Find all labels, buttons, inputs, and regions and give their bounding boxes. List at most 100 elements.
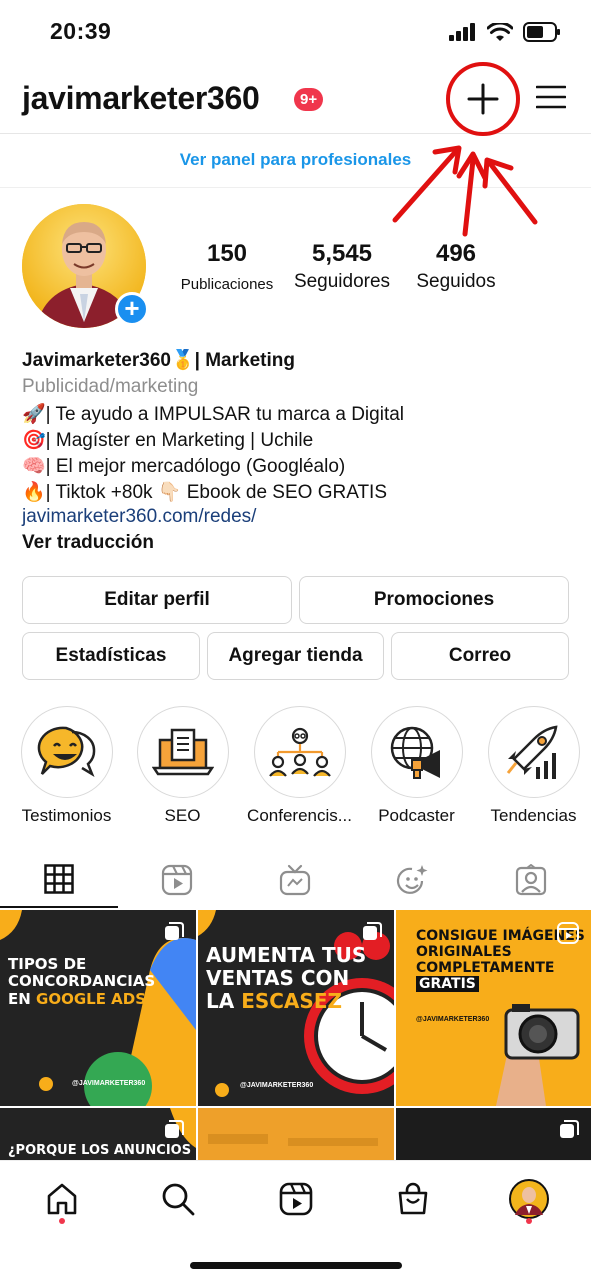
igtv-icon xyxy=(279,864,311,896)
nav-shop[interactable] xyxy=(393,1179,433,1219)
posts-count-label: Publicaciones xyxy=(180,276,274,293)
followers-count[interactable]: 5,545 Seguidores xyxy=(289,240,395,293)
email-button[interactable]: Correo xyxy=(391,632,569,680)
highlight-cover xyxy=(370,706,463,798)
search-icon xyxy=(162,1183,195,1216)
content-tabs xyxy=(0,852,591,908)
carousel-icon xyxy=(165,1120,184,1138)
bio-line: 🚀| Te ayudo a IMPULSAR tu marca a Digita… xyxy=(22,404,405,425)
battery-icon xyxy=(523,22,560,42)
tab-tagged[interactable] xyxy=(472,852,590,908)
bio-website-link[interactable]: javimarketer360.com/redes/ xyxy=(22,506,572,532)
home-activity-dot xyxy=(59,1218,65,1224)
followers-count-label: Seguidores xyxy=(293,271,391,292)
tab-effects[interactable] xyxy=(354,852,472,908)
edit-profile-button[interactable]: Editar perfil xyxy=(22,576,292,624)
nav-search[interactable] xyxy=(158,1179,198,1219)
post-handle: @JAVIMARKETER360 xyxy=(240,1082,314,1089)
insights-button[interactable]: Estadísticas xyxy=(22,632,200,680)
effects-icon xyxy=(396,865,428,894)
highlight-cover xyxy=(136,706,229,798)
professional-dashboard-link[interactable]: Ver panel para profesionales xyxy=(180,150,411,170)
post-thumbnail[interactable]: Aumenta tus ventas con la escasez @JAVIM… xyxy=(198,910,394,1106)
tab-igtv[interactable] xyxy=(236,852,354,908)
wifi-icon xyxy=(487,22,513,41)
shop-icon xyxy=(398,1182,428,1215)
profile-avatar-container[interactable]: + xyxy=(22,204,149,328)
post-title: ¿Porque los anuncios xyxy=(8,1143,192,1158)
profile-header: javimarketer360 9+ xyxy=(0,62,591,136)
post-thumbnail[interactable]: Tipos de concordancias en Google Ads @JA… xyxy=(0,910,196,1106)
post-thumbnail[interactable]: ¿Porque los anuncios xyxy=(0,1108,196,1160)
add-shop-button[interactable]: Agregar tienda xyxy=(207,632,384,680)
hamburger-menu-icon xyxy=(535,85,567,109)
nav-reels[interactable] xyxy=(276,1179,316,1219)
tab-reels[interactable] xyxy=(118,852,236,908)
highlight-cover xyxy=(487,706,580,798)
post-thumbnail[interactable]: Consigue imágenes originales completamen… xyxy=(396,910,591,1106)
post-title: Tipos de concordancias en Google Ads xyxy=(8,955,156,1008)
signal-icon xyxy=(449,23,475,41)
reels-icon xyxy=(161,864,193,896)
see-translation-link[interactable]: Ver traducción xyxy=(22,532,572,558)
reels-icon xyxy=(557,922,579,944)
highlight-label: Tendencias xyxy=(490,806,577,825)
professional-dashboard-bar: Ver panel para profesionales xyxy=(0,134,591,188)
post-handle: @JAVIMARKETER360 xyxy=(72,1080,146,1087)
carousel-icon xyxy=(560,1120,579,1138)
home-indicator xyxy=(190,1262,402,1269)
bio-line: 🔥| Tiktok +80k 👇🏻 Ebook de SEO GRATIS xyxy=(22,482,388,503)
nav-home[interactable] xyxy=(42,1179,82,1219)
notification-badge[interactable]: 9+ xyxy=(294,88,324,111)
highlight-seo[interactable]: SEO xyxy=(124,706,241,826)
bio-line: 🧠| El mejor mercadólogo (Googléalo) xyxy=(22,456,346,477)
tagged-icon xyxy=(515,864,547,896)
followers-count-value: 5,545 xyxy=(311,240,373,267)
speech-bubble-icon xyxy=(37,726,95,777)
highlight-podcaster[interactable]: Podcaster xyxy=(358,706,475,826)
highlight-testimonios[interactable]: Testimonios xyxy=(8,706,125,826)
highlight-cover xyxy=(20,706,113,798)
carousel-icon xyxy=(363,922,382,940)
reels-icon xyxy=(279,1182,313,1216)
home-icon xyxy=(47,1183,77,1215)
highlight-conferencias[interactable]: Conferencis... xyxy=(241,706,358,826)
posts-grid: Tipos de concordancias en Google Ads @JA… xyxy=(0,910,591,1160)
profile-bio: Javimarketer360🥇| Marketing Publicidad/m… xyxy=(22,348,572,558)
posts-count[interactable]: 150 Publicaciones xyxy=(176,240,278,293)
team-icon xyxy=(268,727,331,777)
menu-button[interactable] xyxy=(535,84,567,110)
highlight-label: Testimonios xyxy=(21,806,112,825)
nav-profile[interactable] xyxy=(509,1179,549,1219)
highlight-tendencias[interactable]: Tendencias xyxy=(475,706,591,826)
highlight-cover xyxy=(253,706,346,798)
status-bar: 20:39 xyxy=(0,0,591,62)
create-post-button[interactable] xyxy=(446,62,520,136)
profile-avatar xyxy=(509,1179,549,1219)
highlight-label: Conferencis... xyxy=(247,806,352,825)
post-thumbnail[interactable] xyxy=(396,1108,591,1160)
highlight-label: Podcaster xyxy=(378,806,455,825)
rocket-chart-icon xyxy=(506,725,558,779)
story-highlights: Testimonios SEO Conferencis... Podcaster… xyxy=(0,706,591,826)
grid-icon xyxy=(44,864,74,894)
tab-posts-grid[interactable] xyxy=(0,852,118,908)
following-count[interactable]: 496 Seguidos xyxy=(410,240,502,293)
post-handle: @JAVIMARKETER360 xyxy=(416,1016,490,1023)
posts-count-value: 150 xyxy=(206,240,248,267)
profile-category: Publicidad/marketing xyxy=(22,376,199,397)
profile-activity-dot xyxy=(526,1218,532,1224)
username-title[interactable]: javimarketer360 xyxy=(22,80,260,117)
display-name: Javimarketer360🥇| Marketing xyxy=(22,350,295,371)
carousel-icon xyxy=(165,922,184,940)
status-icons xyxy=(449,22,561,42)
promotions-button[interactable]: Promociones xyxy=(299,576,569,624)
globe-megaphone-icon xyxy=(390,726,440,779)
following-count-value: 496 xyxy=(435,240,477,267)
plus-icon xyxy=(467,83,499,115)
add-story-button[interactable]: + xyxy=(115,292,149,326)
post-thumbnail[interactable] xyxy=(198,1108,394,1160)
following-count-label: Seguidos xyxy=(416,271,496,292)
bio-line: 🎯| Magíster en Marketing | Uchile xyxy=(22,430,314,451)
laptop-document-icon xyxy=(151,728,214,776)
